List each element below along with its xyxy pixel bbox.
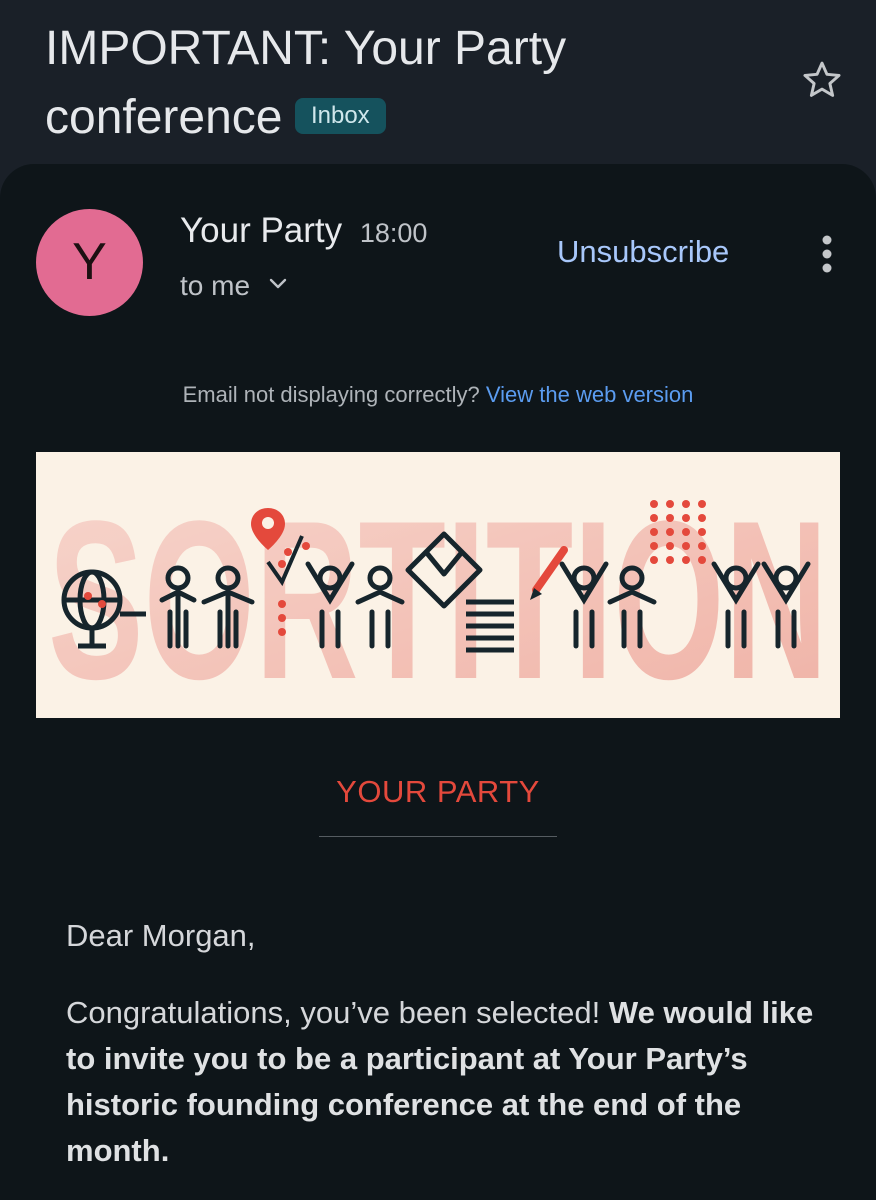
notice-text: Email not displaying correctly? bbox=[182, 382, 480, 407]
sortition-banner: SORTITION bbox=[36, 452, 840, 718]
web-version-link[interactable]: View the web version bbox=[486, 382, 694, 407]
sortition-illustration: SORTITION bbox=[48, 473, 828, 718]
unsubscribe-button[interactable]: Unsubscribe bbox=[557, 234, 729, 270]
chevron-down-icon bbox=[269, 278, 287, 289]
recipient-details[interactable]: to me bbox=[180, 270, 288, 302]
display-notice: Email not displaying correctly? View the… bbox=[0, 382, 876, 408]
avatar[interactable]: Y bbox=[36, 209, 143, 316]
inbox-label-chip[interactable]: Inbox bbox=[294, 98, 386, 134]
body-paragraph: Congratulations, you’ve been selected! W… bbox=[66, 990, 826, 1174]
greeting: Dear Morgan, bbox=[66, 918, 256, 953]
subject-header: IMPORTANT: Your Party conference Inbox bbox=[45, 14, 765, 152]
email-view: IMPORTANT: Your Party conference Inbox Y… bbox=[0, 0, 876, 1200]
divider bbox=[319, 836, 557, 837]
banner-word: SORTITION bbox=[48, 473, 828, 718]
sender-line: Your Party 18:00 bbox=[180, 211, 427, 251]
more-vert-icon[interactable] bbox=[812, 233, 842, 277]
brand-heading: YOUR PARTY bbox=[336, 774, 540, 809]
message-time: 18:00 bbox=[359, 218, 428, 248]
para-intro: Congratulations, you’ve been selected! bbox=[66, 995, 601, 1030]
sender-name[interactable]: Your Party bbox=[180, 211, 342, 250]
recipient-label: to me bbox=[180, 270, 251, 301]
star-icon[interactable] bbox=[800, 58, 844, 102]
